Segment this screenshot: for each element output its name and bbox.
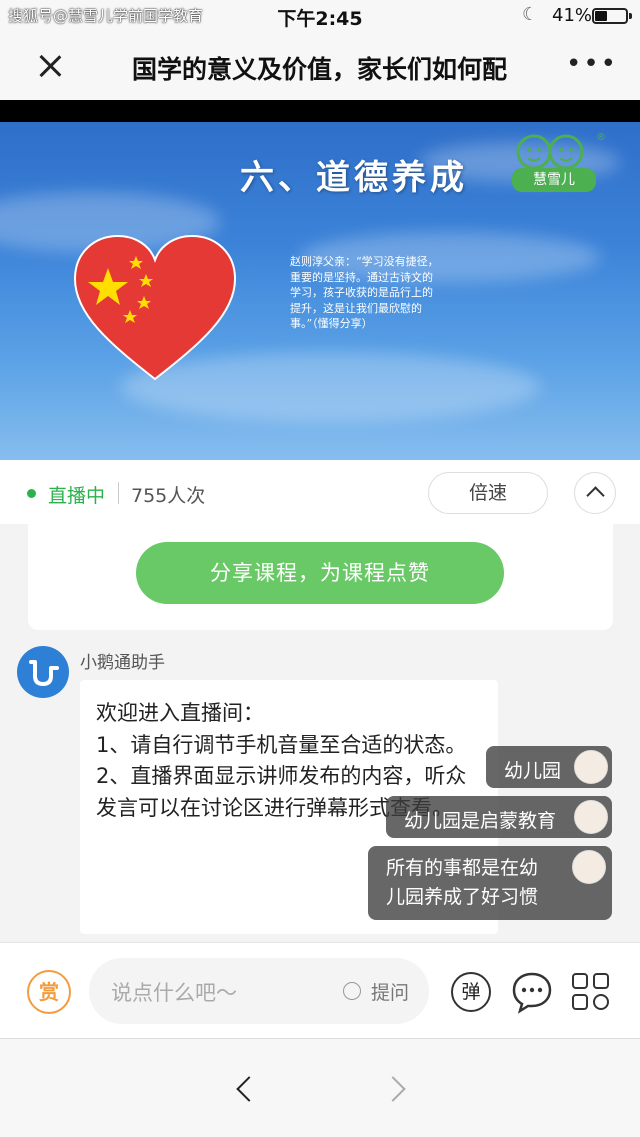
flag-heart-icon — [73, 234, 237, 381]
user-avatar — [574, 800, 608, 834]
forward-arrow-icon[interactable] — [382, 1073, 412, 1103]
sender-name: 小鹅通助手 — [80, 653, 165, 673]
danmaku-item: 所有的事都是在幼儿园养成了好习惯 — [368, 846, 612, 920]
course-slide: 六、道德养成 ® 慧雪儿 赵则淳父亲：“学习没有捷径，重要的是坚持。通过古诗文的… — [0, 122, 640, 460]
playback-speed-button[interactable]: 倍速 — [428, 472, 548, 514]
danmaku-item: 幼儿园 — [486, 746, 612, 788]
slide-quote: 赵则淳父亲：“学习没有捷径，重要的是坚持。通过古诗文的学习，孩子收获的是品行上的… — [290, 255, 439, 330]
back-arrow-icon[interactable] — [230, 1073, 260, 1103]
svg-text:®: ® — [596, 132, 606, 143]
divider — [118, 482, 119, 504]
live-status-label: 直播中 — [48, 485, 106, 507]
share-card: 分享课程，为课程点赞 — [28, 524, 613, 630]
danmaku-text: 幼儿园是启蒙教育 — [404, 810, 557, 832]
comment-placeholder: 说点什么吧～ — [111, 981, 237, 1005]
close-button[interactable] — [30, 46, 70, 86]
danmaku-text: 幼儿园 — [504, 760, 562, 782]
battery-icon — [592, 8, 632, 24]
comment-input[interactable]: 说点什么吧～ 提问 — [89, 958, 429, 1024]
comment-input-bar: 赏 说点什么吧～ 提问 弹 — [0, 942, 640, 1038]
message-line: 1、请自行调节手机音量至合适的状态。 — [96, 732, 467, 757]
status-time: 下午2:45 — [277, 8, 363, 30]
live-video-player[interactable]: 六、道德养成 ® 慧雪儿 赵则淳父亲：“学习没有捷径，重要的是坚持。通过古诗文的… — [0, 100, 640, 460]
ask-question-label[interactable]: 提问 — [371, 978, 409, 1005]
danmaku-item: 幼儿园是启蒙教育 — [386, 796, 612, 838]
status-bar: 搜狐号@慧雪儿学前国学教育 下午2:45 ☾ 41% — [0, 0, 640, 32]
nav-bar: 国学的意义及价值，家长们如何配 ••• — [0, 32, 640, 100]
live-dot-icon — [27, 489, 36, 498]
grid-menu-icon[interactable] — [572, 973, 610, 1011]
danmaku-toggle-button[interactable]: 弹 — [451, 972, 491, 1012]
moon-icon: ☾ — [522, 4, 539, 25]
assistant-avatar[interactable] — [17, 646, 69, 698]
collapse-chevron-icon[interactable] — [574, 472, 616, 514]
browser-nav-bar — [0, 1038, 640, 1137]
ask-question-radio[interactable] — [343, 982, 361, 1000]
brand-logo: ® 慧雪儿 — [498, 128, 608, 194]
logo-text: 慧雪儿 — [512, 168, 596, 192]
slide-title: 六、道德养成 — [240, 158, 468, 198]
danmaku-text: 所有的事都是在幼儿园养成了好习惯 — [386, 857, 539, 908]
page-title: 国学的意义及价值，家长们如何配 — [132, 55, 508, 84]
goose-icon — [29, 660, 59, 686]
live-status-bar: 直播中 755人次 倍速 — [0, 460, 640, 524]
message-line: 欢迎进入直播间： — [96, 701, 264, 725]
battery-percent: 41% — [552, 5, 593, 26]
more-options-button[interactable]: ••• — [566, 50, 616, 82]
user-avatar — [572, 850, 606, 884]
share-course-button[interactable]: 分享课程，为课程点赞 — [136, 542, 504, 604]
user-avatar — [574, 750, 608, 784]
chat-bubble-icon[interactable] — [512, 970, 552, 1014]
viewer-count: 755人次 — [131, 485, 206, 507]
reward-button[interactable]: 赏 — [27, 970, 71, 1014]
